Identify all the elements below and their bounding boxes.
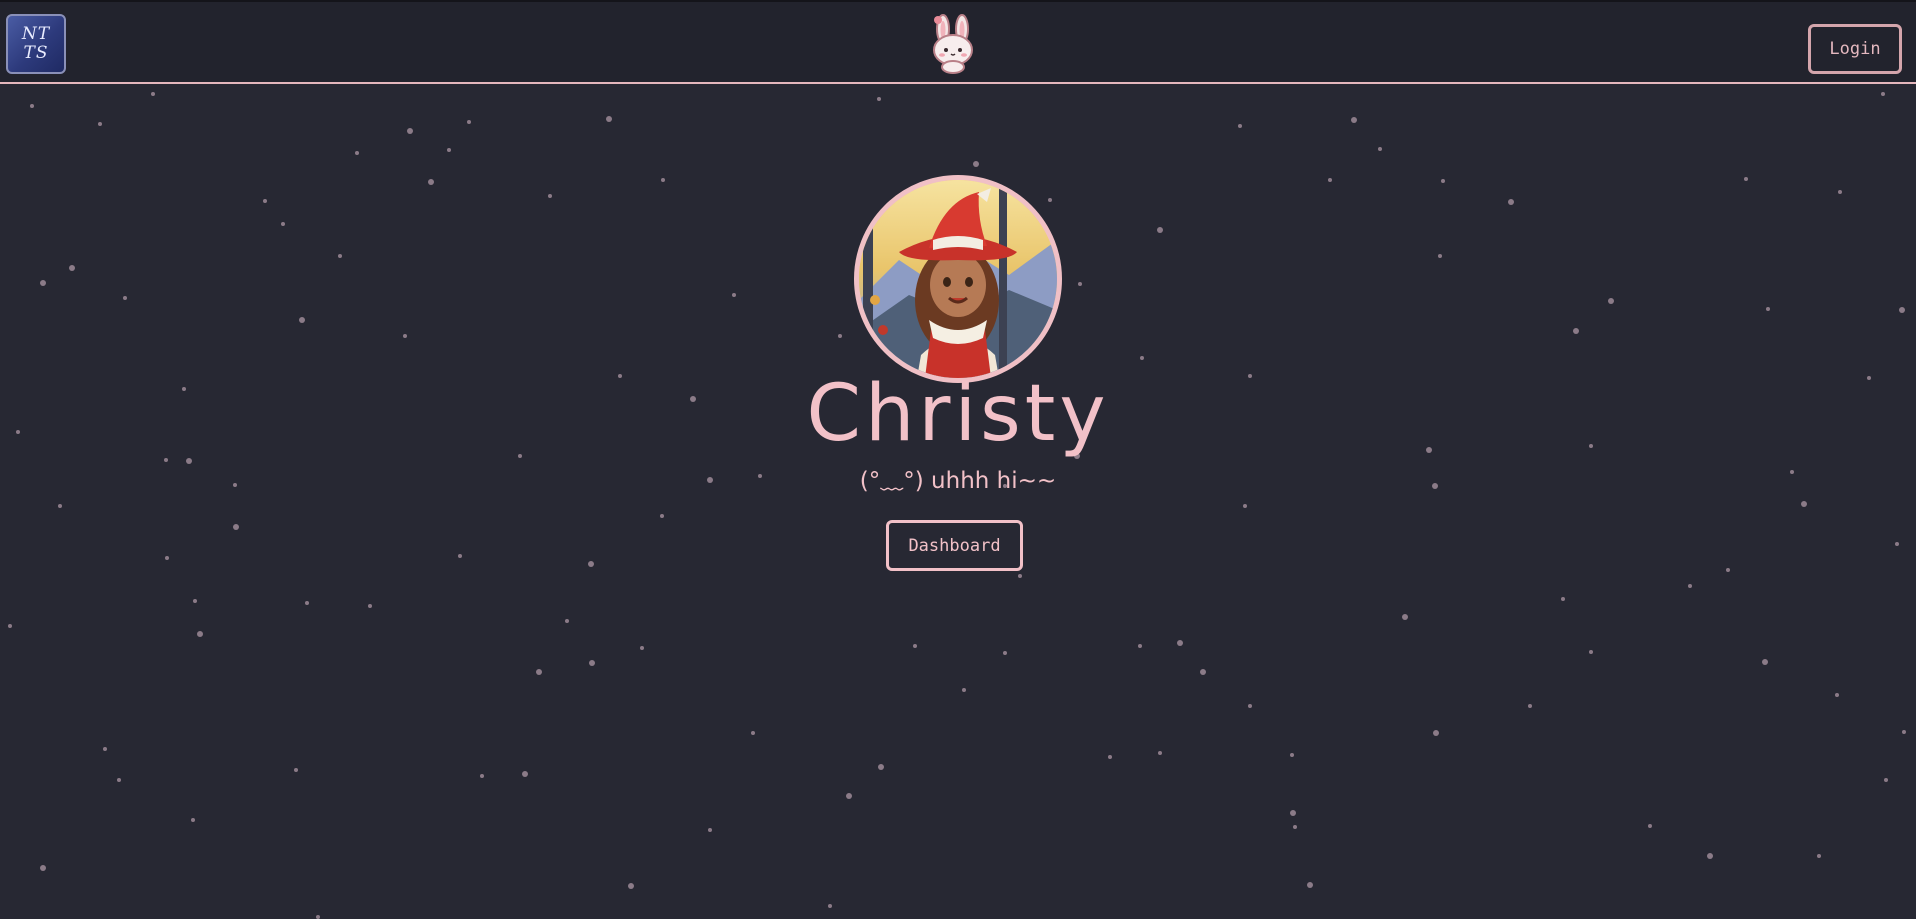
profile-name: Christy bbox=[806, 369, 1110, 459]
dashboard-button[interactable]: Dashboard bbox=[886, 520, 1023, 571]
profile-tagline: (°﹏°) uhhh hi~~ bbox=[859, 468, 1057, 494]
top-navbar: NT TS Login bbox=[0, 0, 1916, 84]
login-button[interactable]: Login bbox=[1808, 24, 1902, 74]
avatar-illustration bbox=[859, 180, 1057, 378]
page: NT TS Login Christy (°﹏°) uhhh hi~~ Dash… bbox=[0, 0, 1916, 919]
site-logo[interactable]: NT TS bbox=[6, 14, 66, 74]
profile-avatar bbox=[854, 175, 1062, 383]
bunny-mascot-icon[interactable] bbox=[928, 12, 978, 74]
site-logo-line-1: NT bbox=[21, 24, 51, 44]
site-logo-line-2: TS bbox=[23, 43, 49, 63]
